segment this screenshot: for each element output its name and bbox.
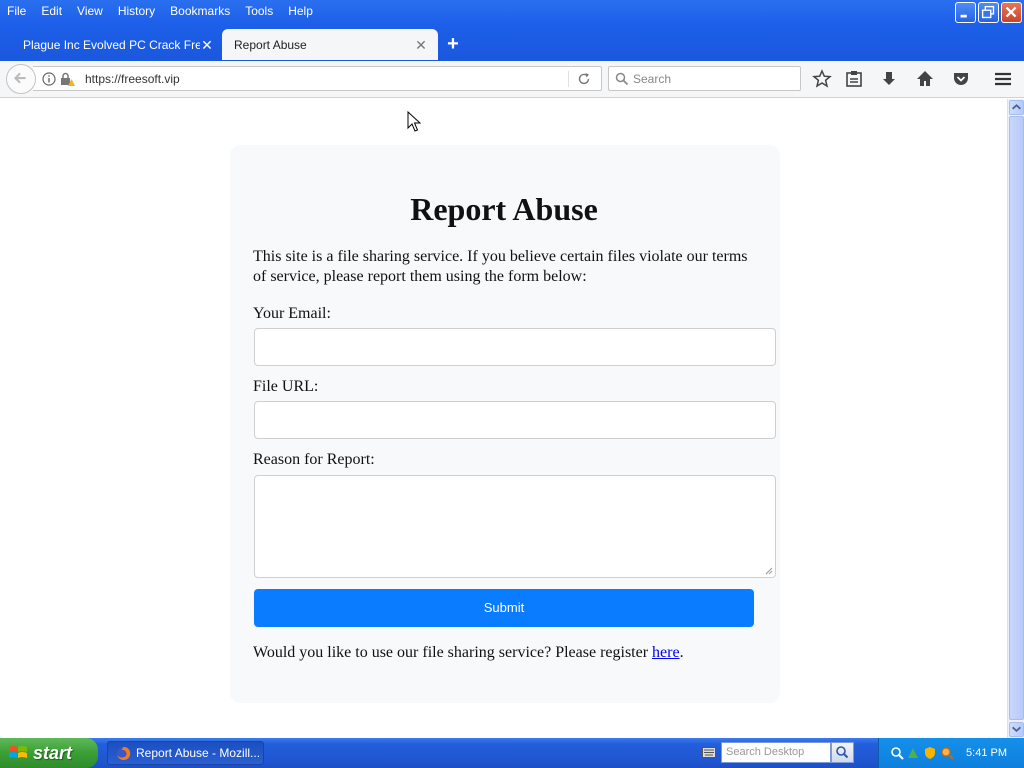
url-bar[interactable]: https://freesoft.vip xyxy=(33,66,602,91)
close-icon xyxy=(1005,6,1017,18)
search-icon xyxy=(615,72,629,86)
search-icon xyxy=(836,746,849,759)
new-tab-plus-icon[interactable]: + xyxy=(444,34,462,54)
email-field[interactable] xyxy=(254,328,776,366)
resize-grip-icon[interactable] xyxy=(764,566,773,575)
search-bar[interactable]: Search xyxy=(608,66,801,91)
tab-report-abuse[interactable]: Report Abuse ✕ xyxy=(222,29,438,60)
reason-textarea[interactable] xyxy=(254,475,776,578)
minimize-button[interactable] xyxy=(955,2,976,23)
taskbar: start Report Abuse - Mozill... Search De… xyxy=(0,738,1024,768)
register-here-link[interactable]: here xyxy=(652,644,680,661)
back-button[interactable] xyxy=(6,64,36,94)
home-icon[interactable] xyxy=(915,69,935,89)
page-viewport: Report Abuse This site is a file sharing… xyxy=(0,99,1007,738)
navigation-toolbar: https://freesoft.vip Search xyxy=(0,61,1024,98)
menu-history[interactable]: History xyxy=(111,0,163,22)
menu-edit[interactable]: Edit xyxy=(34,0,70,22)
tab-strip: Plague Inc Evolved PC Crack Free ... ✕ R… xyxy=(0,27,1024,61)
report-form-card: Report Abuse This site is a file sharing… xyxy=(230,145,780,703)
tab-close-icon[interactable]: ✕ xyxy=(414,38,428,52)
menu-file[interactable]: File xyxy=(0,0,34,22)
chevron-down-icon xyxy=(1012,726,1021,732)
pocket-icon[interactable] xyxy=(951,69,971,89)
window-titlebar: File Edit View History Bookmarks Tools H… xyxy=(0,0,1024,62)
insecure-lock-icon[interactable] xyxy=(59,71,75,87)
reading-list-icon[interactable] xyxy=(844,69,864,89)
network-icon[interactable] xyxy=(906,746,920,760)
download-icon[interactable] xyxy=(879,69,899,89)
file-url-label: File URL: xyxy=(253,378,319,395)
windows-logo-icon xyxy=(9,746,27,758)
system-tray: 5:41 PM xyxy=(878,738,1024,768)
window-controls xyxy=(955,2,1022,23)
file-url-field[interactable] xyxy=(254,401,776,439)
firefox-icon xyxy=(116,746,131,761)
tab-close-icon[interactable]: ✕ xyxy=(200,38,214,52)
desktop-search-input[interactable]: Search Desktop xyxy=(721,742,831,763)
register-note: Would you like to use our file sharing s… xyxy=(253,644,684,662)
tab-plague-inc[interactable]: Plague Inc Evolved PC Crack Free ... ✕ xyxy=(0,29,224,60)
tab-title: Report Abuse xyxy=(234,37,307,52)
url-divider xyxy=(568,71,569,87)
start-button[interactable]: start xyxy=(0,738,98,768)
hamburger-menu-icon[interactable] xyxy=(993,69,1013,89)
menu-bar: File Edit View History Bookmarks Tools H… xyxy=(0,0,940,22)
menu-bookmarks[interactable]: Bookmarks xyxy=(163,0,238,22)
desktop-search-button[interactable] xyxy=(831,742,854,763)
register-note-text: Would you like to use our file sharing s… xyxy=(253,644,653,661)
mouse-cursor-icon xyxy=(407,111,421,132)
email-label: Your Email: xyxy=(253,305,331,322)
taskbar-item-label: Report Abuse - Mozill... xyxy=(136,746,261,760)
reload-icon[interactable] xyxy=(577,72,591,86)
page-title: Report Abuse xyxy=(410,191,598,227)
close-window-button[interactable] xyxy=(1001,2,1022,23)
url-text[interactable]: https://freesoft.vip xyxy=(85,72,180,86)
minimize-icon xyxy=(960,14,967,18)
security-shield-icon[interactable] xyxy=(923,746,937,760)
keyboard-icon[interactable] xyxy=(702,746,716,759)
register-note-end: . xyxy=(679,644,684,661)
scroll-up-button[interactable] xyxy=(1009,100,1024,115)
submit-button[interactable]: Submit xyxy=(254,589,754,627)
clock: 5:41 PM xyxy=(966,747,1007,759)
menu-view[interactable]: View xyxy=(70,0,111,22)
reason-label: Reason for Report: xyxy=(253,451,375,468)
bookmark-star-icon[interactable] xyxy=(812,69,832,89)
search-placeholder: Search xyxy=(633,72,672,86)
taskbar-firefox-window[interactable]: Report Abuse - Mozill... xyxy=(107,741,264,765)
restore-icon xyxy=(981,5,995,19)
menu-help[interactable]: Help xyxy=(281,0,321,22)
chevron-up-icon xyxy=(1012,104,1021,110)
start-label: start xyxy=(33,743,73,763)
intro-text: This site is a file sharing service. If … xyxy=(253,248,748,285)
tab-title: Plague Inc Evolved PC Crack Free ... xyxy=(23,37,200,52)
info-icon[interactable] xyxy=(42,72,56,86)
vertical-scrollbar[interactable] xyxy=(1007,99,1024,738)
scroll-thumb[interactable] xyxy=(1009,116,1024,720)
restore-button[interactable] xyxy=(978,2,999,23)
scroll-down-button[interactable] xyxy=(1009,722,1024,737)
back-arrow-icon xyxy=(13,72,26,84)
tray-magnifier-icon[interactable] xyxy=(940,746,954,760)
tray-search-icon[interactable] xyxy=(890,746,904,760)
menu-tools[interactable]: Tools xyxy=(238,0,281,22)
